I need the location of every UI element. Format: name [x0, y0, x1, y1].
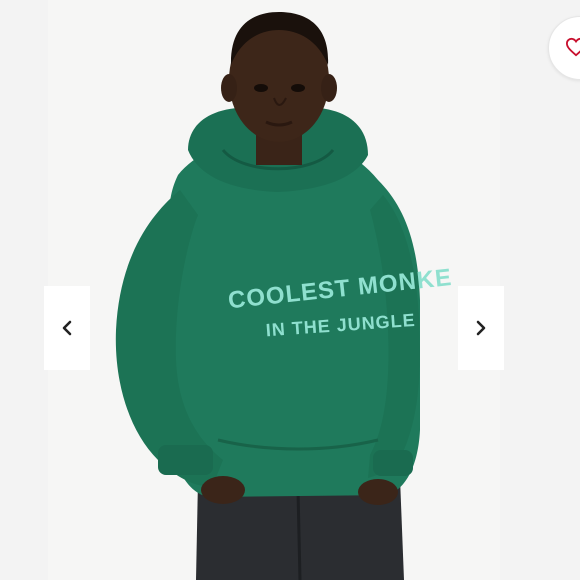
chevron-right-icon — [476, 320, 486, 336]
chevron-left-icon — [62, 320, 72, 336]
next-photo-button[interactable] — [458, 286, 504, 370]
left-gutter — [0, 0, 48, 580]
product-photo-frame: COOLEST MONKE IN THE JUNGLE — [48, 0, 500, 580]
previous-photo-button[interactable] — [44, 286, 90, 370]
image-viewer: COOLEST MONKE IN THE JUNGLE — [0, 0, 580, 580]
right-gutter — [500, 0, 580, 580]
product-photo: COOLEST MONKE IN THE JUNGLE — [48, 0, 500, 580]
heart-outline-icon — [565, 37, 580, 57]
